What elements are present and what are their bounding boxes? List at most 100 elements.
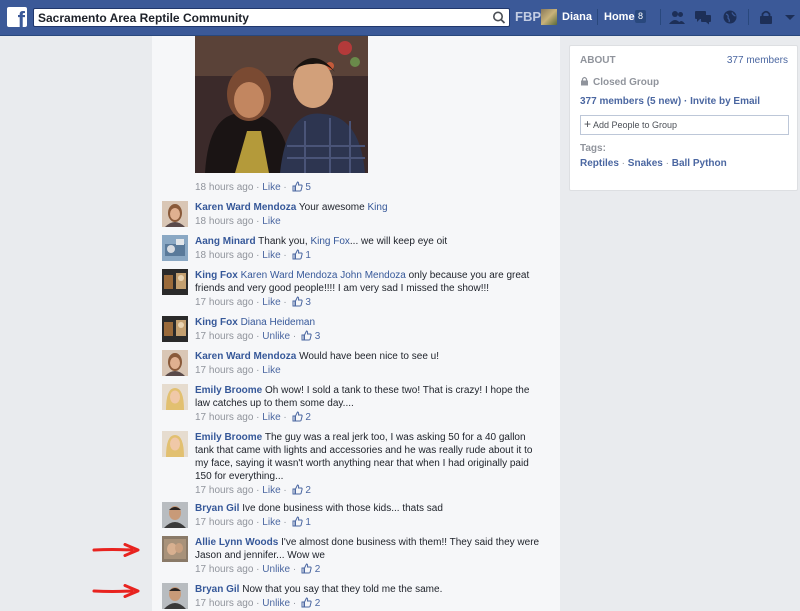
couple-photo-image — [195, 36, 368, 173]
commenter-avatar[interactable] — [162, 316, 188, 342]
comment-author[interactable]: Karen Ward Mendoza — [195, 351, 296, 362]
comment-author[interactable]: King Fox — [195, 270, 238, 281]
comment-mention[interactable]: King Fox — [310, 236, 349, 247]
notifications-globe-icon[interactable] — [721, 9, 739, 25]
post-like-count[interactable]: 5 — [305, 182, 311, 193]
comment-meta: 17 hours ago · Like · 3 — [195, 296, 311, 308]
privacy-lock-icon[interactable] — [757, 9, 775, 25]
comment-author[interactable]: Karen Ward Mendoza — [195, 202, 296, 213]
comment-like-link[interactable]: Like — [262, 216, 280, 227]
comment-like-count[interactable]: 1 — [305, 517, 311, 528]
member-count-link[interactable]: 377 members — [727, 55, 788, 66]
comment-timestamp[interactable]: 18 hours ago — [195, 250, 253, 261]
comment-like-link[interactable]: Like — [262, 250, 280, 261]
comment-like-count[interactable]: 2 — [305, 485, 311, 496]
plus-icon: + — [584, 117, 592, 131]
profile-link[interactable]: Diana — [562, 11, 592, 23]
comment-like-count[interactable]: 2 — [315, 564, 321, 575]
comment-timestamp[interactable]: 17 hours ago — [195, 412, 253, 423]
comment-meta: 18 hours ago · Like · 1 — [195, 249, 311, 261]
comment-timestamp[interactable]: 17 hours ago — [195, 564, 253, 575]
commenter-avatar[interactable] — [162, 384, 188, 410]
search-box[interactable] — [33, 8, 510, 27]
add-people-input[interactable] — [593, 119, 783, 131]
comment-mention[interactable]: Diana Heideman — [241, 317, 316, 328]
commenter-avatar[interactable] — [162, 235, 188, 261]
invite-by-email-link[interactable]: Invite by Email — [690, 96, 760, 107]
settings-menu-icon[interactable] — [781, 9, 799, 25]
facebook-logo-icon[interactable]: f — [7, 7, 27, 27]
commenter-avatar[interactable] — [162, 502, 188, 528]
comment-author[interactable]: Emily Broome — [195, 432, 262, 443]
commenter-avatar[interactable] — [162, 350, 188, 376]
comment-body: King Fox Karen Ward Mendoza John Mendoza… — [195, 269, 547, 309]
post-timestamp[interactable]: 18 hours ago — [195, 182, 253, 193]
thumbs-up-icon — [292, 484, 303, 495]
comment-meta: 17 hours ago · Like · 2 — [195, 411, 311, 423]
privacy-label: Closed Group — [593, 77, 660, 88]
comment-author[interactable]: Aang Minard — [195, 236, 256, 247]
messages-icon[interactable] — [694, 9, 712, 25]
post-meta: 18 hours ago · Like · 5 — [195, 181, 311, 193]
comment-author[interactable]: Allie Lynn Woods — [195, 537, 278, 548]
top-bar: f FBP Diana Home 8 — [0, 0, 800, 36]
members-link[interactable]: 377 members — [580, 96, 644, 107]
comment-author[interactable]: Bryan Gil — [195, 503, 239, 514]
comment-like-link[interactable]: Like — [262, 412, 280, 423]
comment-timestamp[interactable]: 17 hours ago — [195, 297, 253, 308]
comment-timestamp[interactable]: 17 hours ago — [195, 365, 253, 376]
fbp-label[interactable]: FBP — [515, 9, 541, 24]
comment-like-link[interactable]: Like — [262, 485, 280, 496]
tag-snakes[interactable]: Snakes — [628, 158, 663, 169]
comment-unlike-link[interactable]: Unlike — [262, 564, 290, 575]
comment-author[interactable]: King Fox — [195, 317, 238, 328]
comment-timestamp[interactable]: 18 hours ago — [195, 216, 253, 227]
home-link[interactable]: Home — [604, 11, 635, 23]
tag-reptiles[interactable]: Reptiles — [580, 158, 619, 169]
comment-unlike-link[interactable]: Unlike — [262, 331, 290, 342]
thumbs-up-icon — [292, 181, 303, 192]
comment-like-count[interactable]: 2 — [315, 598, 321, 609]
comment-timestamp[interactable]: 17 hours ago — [195, 517, 253, 528]
comment-body: Karen Ward Mendoza Your awesome King 18 … — [195, 201, 547, 228]
comment-like-link[interactable]: Like — [262, 365, 280, 376]
thumbs-up-icon — [292, 296, 303, 307]
comment-mention[interactable]: Karen Ward Mendoza John Mendoza — [241, 270, 406, 281]
comment-author[interactable]: Emily Broome — [195, 385, 262, 396]
commenter-avatar[interactable] — [162, 536, 188, 562]
comment-meta: 17 hours ago · Like · 1 — [195, 516, 311, 528]
commenter-avatar[interactable] — [162, 201, 188, 227]
comment-like-count[interactable]: 3 — [305, 297, 311, 308]
user-avatar[interactable] — [541, 9, 557, 25]
search-input[interactable] — [38, 10, 488, 25]
comment-like-link[interactable]: Like — [262, 517, 280, 528]
comment-like-count[interactable]: 2 — [305, 412, 311, 423]
comment-timestamp[interactable]: 17 hours ago — [195, 485, 253, 496]
comment-body: Bryan Gil Ive done business with those k… — [195, 502, 547, 529]
friend-requests-icon[interactable] — [668, 9, 686, 25]
comment-author[interactable]: Bryan Gil — [195, 584, 239, 595]
comment-timestamp[interactable]: 17 hours ago — [195, 598, 253, 609]
commenter-avatar[interactable] — [162, 269, 188, 295]
post-photo[interactable] — [195, 36, 368, 173]
search-icon[interactable] — [491, 10, 507, 25]
comment-text: Now that you say that they told me the s… — [242, 584, 443, 595]
comment-mention[interactable]: King — [367, 202, 387, 213]
new-members-link[interactable]: (5 new) — [647, 96, 681, 107]
comment-unlike-link[interactable]: Unlike — [262, 598, 290, 609]
comment-timestamp[interactable]: 17 hours ago — [195, 331, 253, 342]
privacy-status: Closed Group — [580, 76, 659, 88]
commenter-avatar[interactable] — [162, 431, 188, 457]
comment-body: Aang Minard Thank you, King Fox... we wi… — [195, 235, 547, 262]
comment-like-link[interactable]: Like — [262, 297, 280, 308]
post-like-link[interactable]: Like — [262, 182, 280, 193]
add-people-box[interactable]: + — [580, 115, 789, 135]
comment-like-count[interactable]: 1 — [305, 250, 311, 261]
tag-ball-python[interactable]: Ball Python — [672, 158, 727, 169]
red-arrow-annotation-icon — [92, 584, 140, 598]
commenter-avatar[interactable] — [162, 583, 188, 609]
thumbs-up-icon — [301, 597, 312, 608]
comment-like-count[interactable]: 3 — [315, 331, 321, 342]
lock-icon — [581, 76, 588, 86]
about-heading: ABOUT — [580, 55, 616, 66]
